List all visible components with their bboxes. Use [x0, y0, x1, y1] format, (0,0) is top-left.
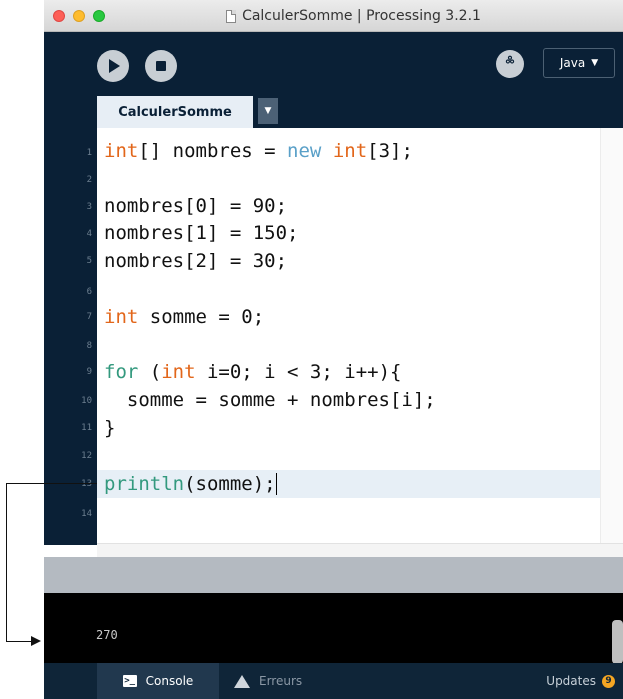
- console-panel: [44, 593, 623, 663]
- code-line: for (int i=0; i < 3; i++){: [104, 361, 402, 383]
- title-bar: CalculerSomme | Processing 3.2.1: [44, 0, 623, 32]
- code-token: for: [104, 361, 139, 383]
- line-number: 1: [86, 148, 92, 158]
- window-title: CalculerSomme | Processing 3.2.1: [242, 8, 481, 24]
- tab-errors[interactable]: Erreurs: [234, 663, 302, 699]
- line-number: 5: [86, 256, 92, 266]
- mode-label: Java: [559, 56, 586, 70]
- line-number: 11: [81, 423, 92, 433]
- stop-button[interactable]: [145, 50, 177, 82]
- code-token: int: [161, 361, 196, 383]
- editor-console-divider[interactable]: [44, 557, 623, 593]
- console-icon: >_: [122, 675, 137, 687]
- code-line: int somme = 0;: [104, 306, 265, 328]
- line-number: 3: [86, 202, 92, 212]
- tab-label: CalculerSomme: [118, 104, 232, 120]
- code-line: }: [104, 417, 116, 439]
- code-line: nombres[1] = 150;: [104, 222, 299, 244]
- line-number: 10: [81, 396, 92, 406]
- line-number: 13: [81, 479, 92, 489]
- line-number: 2: [86, 175, 92, 185]
- annotation-arrow-line: [6, 483, 7, 642]
- tab-console[interactable]: >_ Console: [97, 663, 219, 699]
- code-line: nombres[0] = 90;: [104, 195, 288, 217]
- tab-menu-button[interactable]: ▼: [258, 98, 278, 124]
- play-icon: [109, 59, 120, 73]
- footer-bar: >_ Console Erreurs Updates 9: [44, 663, 623, 699]
- debugger-button[interactable]: ༜: [496, 50, 524, 78]
- line-number: 4: [86, 229, 92, 239]
- errors-tab-label: Erreurs: [259, 674, 303, 688]
- code-line: int[] nombres = new int[3];: [104, 140, 413, 162]
- code-token: int: [332, 140, 368, 162]
- code-token: println: [104, 473, 185, 495]
- tab-calculersomme[interactable]: CalculerSomme: [97, 96, 253, 128]
- annotation-arrow-line: [6, 641, 32, 642]
- chevron-down-icon: ▼: [264, 106, 272, 116]
- console-tab-label: Console: [145, 674, 194, 688]
- updates-badge: 9: [602, 674, 615, 688]
- text-caret: [275, 473, 277, 495]
- stop-icon: [156, 61, 166, 71]
- code-token: new: [287, 140, 322, 162]
- line-number: 6: [86, 287, 92, 297]
- code-line: nombres[2] = 30;: [104, 250, 288, 272]
- arrow-head-icon: [31, 636, 41, 646]
- line-number: 7: [86, 312, 92, 322]
- console-output: 270: [96, 628, 118, 642]
- line-number: 9: [86, 367, 92, 377]
- updates-button[interactable]: Updates 9: [546, 663, 615, 699]
- annotation-arrow-line: [6, 483, 97, 484]
- warning-icon: [234, 674, 250, 688]
- mode-selector[interactable]: Java ▼: [543, 48, 615, 78]
- updates-label: Updates: [546, 674, 596, 688]
- tab-row: CalculerSomme ▼: [44, 96, 623, 128]
- code-line: somme = somme + nombres[i];: [104, 389, 436, 411]
- code-token: int: [104, 306, 139, 328]
- code-line-current: println(somme);: [104, 473, 277, 495]
- document-icon: [226, 9, 237, 23]
- mode-icon: ༜: [505, 53, 515, 69]
- horizontal-scrollbar[interactable]: [97, 543, 623, 557]
- line-number: 12: [81, 451, 92, 461]
- line-number: 8: [86, 341, 92, 351]
- line-number: 14: [81, 509, 92, 519]
- console-scrollbar[interactable]: [612, 620, 623, 664]
- toolbar: ༜ Java ▼: [44, 32, 623, 96]
- run-button[interactable]: [97, 50, 129, 82]
- code-token: int: [104, 140, 139, 162]
- chevron-down-icon: ▼: [591, 58, 599, 68]
- vertical-scrollbar[interactable]: [600, 128, 623, 545]
